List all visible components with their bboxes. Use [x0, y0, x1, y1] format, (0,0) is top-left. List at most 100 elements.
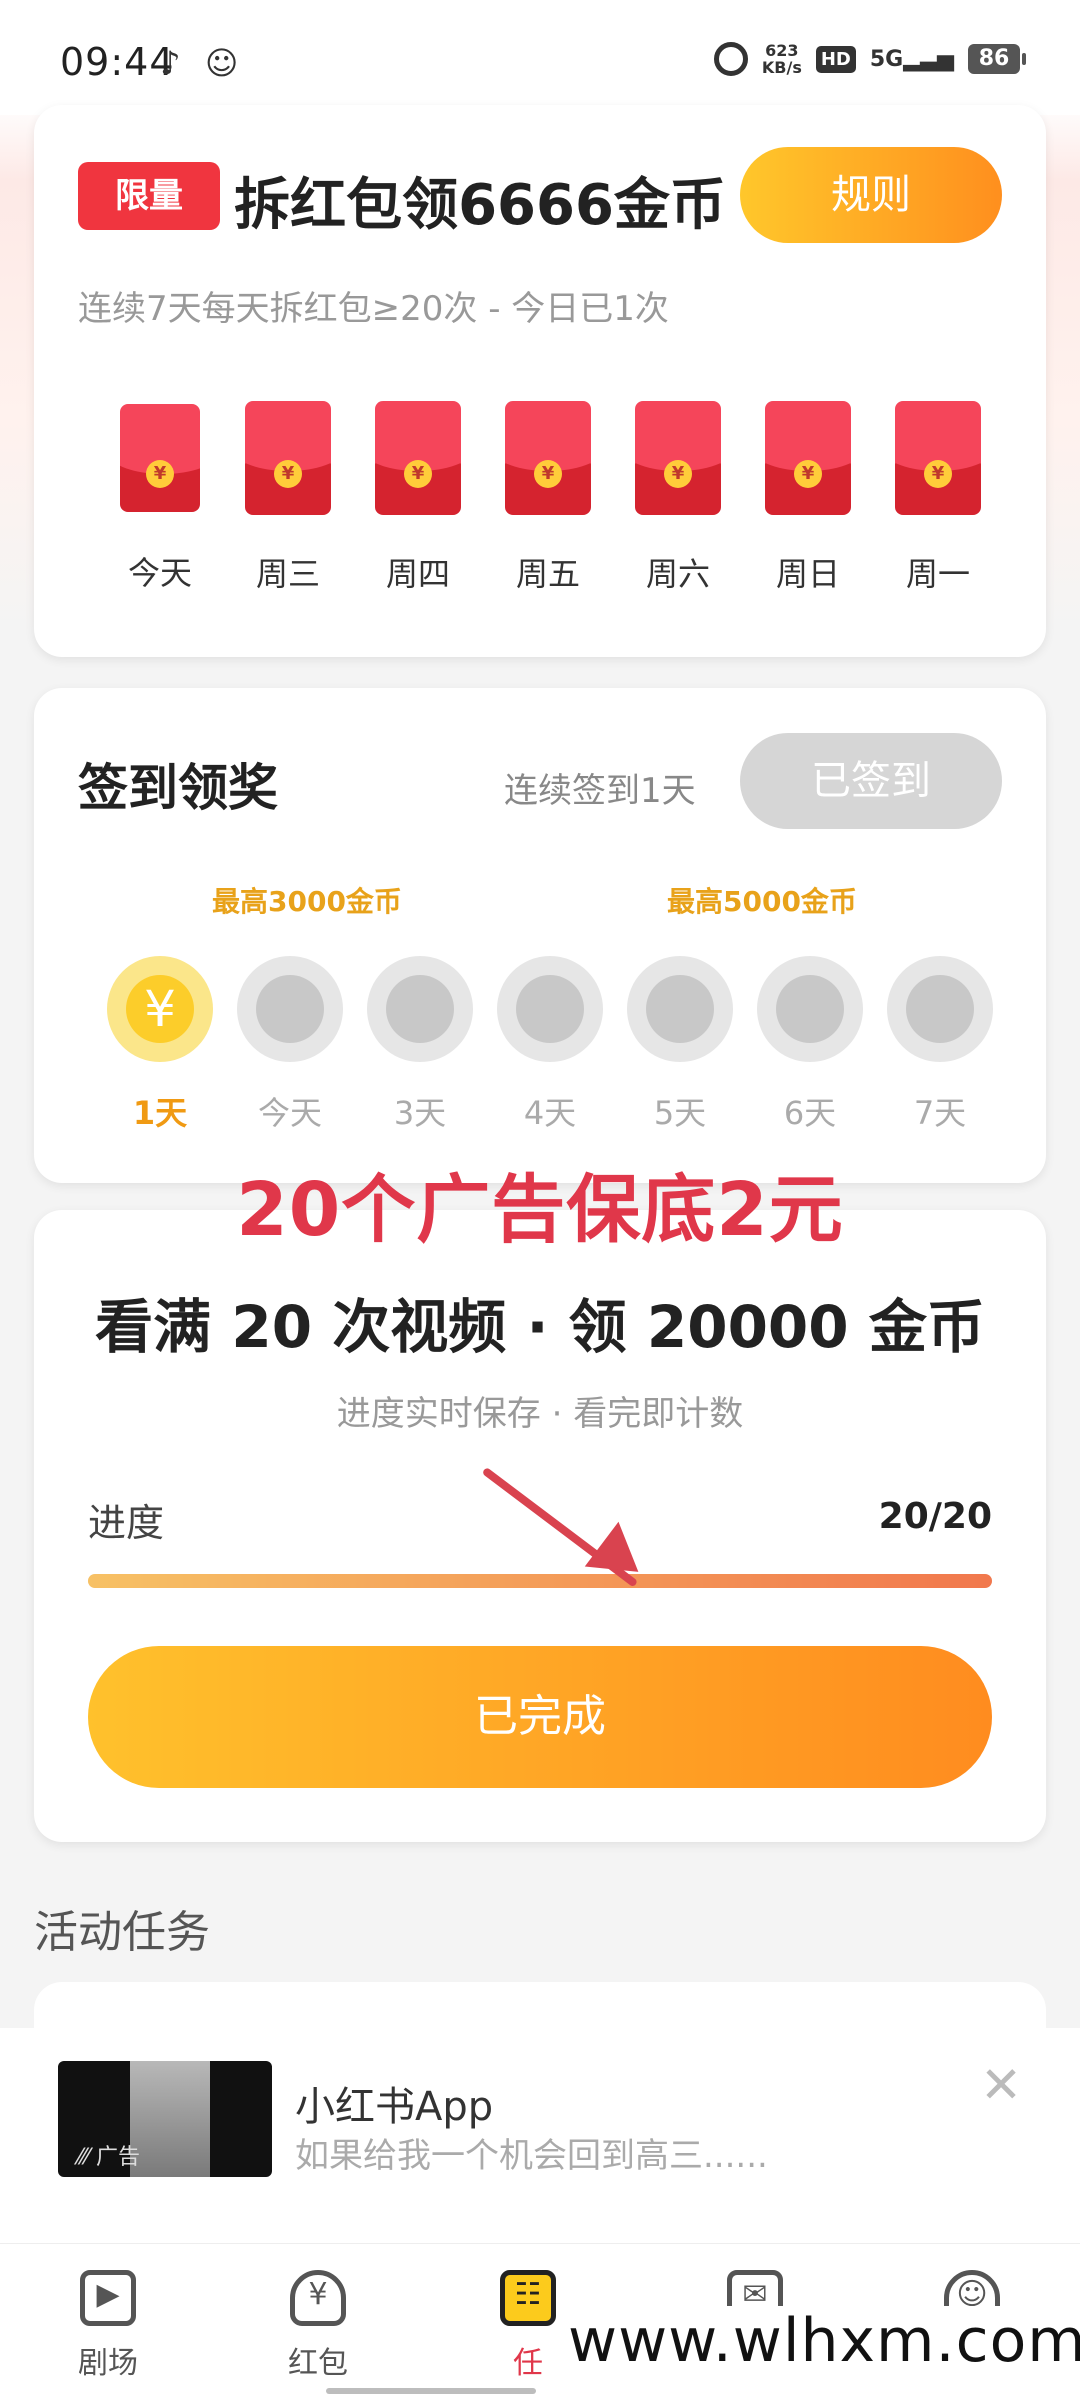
red-packet-day-label: 周三	[255, 555, 320, 593]
checkin-day[interactable]: 今天	[224, 956, 356, 1134]
checkin-day-label: 4天	[523, 1094, 577, 1132]
ad-tag-label: 广告	[96, 2145, 141, 2170]
max-reward-label: 最高3000金币	[212, 885, 402, 918]
completed-button[interactable]: 已完成	[88, 1646, 992, 1788]
battery-icon: 86	[968, 44, 1026, 74]
red-packet-day[interactable]: ¥ 周四	[352, 401, 484, 595]
task-list-icon: ☷	[500, 2270, 556, 2326]
coin-icon: ¥	[107, 956, 213, 1062]
dewu-icon: ☺	[205, 44, 239, 82]
red-packet-day[interactable]: ¥ 今天	[94, 401, 226, 594]
network-speed-unit: KB/s	[761, 58, 802, 77]
status-time: 09:44	[60, 40, 175, 84]
ad-tag: ⁄⁄⁄ 广告	[78, 2145, 141, 2170]
coin-placeholder-icon	[367, 956, 473, 1062]
play-icon: ▶	[80, 2270, 136, 2326]
yuan-glyph: ¥	[308, 2277, 328, 2312]
red-packet-title: 拆红包领6666金币	[234, 173, 726, 238]
overlay-caption: 20个广告保底2元	[236, 1167, 844, 1253]
nav-label: 剧场	[78, 2346, 138, 2381]
ad-thumbnail-image	[130, 2061, 210, 2177]
coin-placeholder-icon	[497, 956, 603, 1062]
progress-bar	[88, 1574, 992, 1588]
checkin-day[interactable]: ¥ 1天	[94, 956, 226, 1134]
yuan-glyph: ¥	[144, 980, 176, 1038]
checkin-day-label: 3天	[393, 1094, 447, 1132]
coin-placeholder-icon	[627, 956, 733, 1062]
ad-banner[interactable]: ⁄⁄⁄ 广告 小红书App 如果给我一个机会回到高三...... ✕	[0, 2028, 1080, 2243]
checkin-day[interactable]: 6天	[744, 956, 876, 1134]
coin-icon: ¥	[664, 460, 692, 488]
nav-item-red-packet[interactable]: ¥ 红包	[253, 2270, 383, 2382]
checkin-streak: 连续签到1天	[504, 771, 696, 811]
coin-icon: ¥	[924, 460, 952, 488]
home-indicator[interactable]	[326, 2388, 536, 2394]
checkin-day[interactable]: 5天	[614, 956, 746, 1134]
checkin-day-label: 1天	[132, 1094, 188, 1132]
red-packet-day-label: 周五	[515, 555, 580, 593]
rules-button[interactable]: 规则	[740, 147, 1002, 243]
red-packet-day-label: 周日	[775, 555, 840, 593]
red-packet-day-label: 周一	[905, 555, 970, 593]
red-envelope-icon: ¥	[765, 401, 851, 515]
checkin-day-label: 今天	[257, 1094, 322, 1132]
alarm-icon	[713, 42, 748, 76]
checkin-day[interactable]: 3天	[354, 956, 486, 1134]
checkin-title: 签到领奖	[78, 759, 278, 817]
red-packet-day-label: 今天	[127, 554, 192, 592]
red-packet-day-label: 周六	[645, 555, 710, 593]
red-envelope-icon: ¥	[635, 401, 721, 515]
red-packet-day[interactable]: ¥ 周三	[222, 401, 354, 595]
checkin-day[interactable]: 4天	[484, 956, 616, 1134]
nav-item-theater[interactable]: ▶ 剧场	[43, 2270, 173, 2382]
red-envelope-icon: ¥	[120, 404, 200, 512]
ad-description[interactable]: 如果给我一个机会回到高三......	[295, 2128, 768, 2177]
coin-icon: ¥	[146, 460, 174, 488]
progress-count: 20/20	[878, 1496, 992, 1537]
red-packet-day[interactable]: ¥ 周一	[872, 401, 1004, 595]
hd-icon: HD	[815, 45, 856, 73]
watermark-url: www.wlhxm.com	[556, 2306, 1080, 2376]
status-indicators: 623 KB/s HD 5G▂▃▅ 86	[713, 42, 1026, 76]
red-envelope-icon: ¥	[505, 401, 591, 515]
coin-placeholder-icon	[887, 956, 993, 1062]
red-envelope-icon: ¥	[375, 401, 461, 515]
red-packet-day-label: 周四	[385, 555, 450, 593]
signal-label: 5G	[869, 46, 904, 72]
red-packet-card: 限量 拆红包领6666金币 规则 连续7天每天拆红包≥20次 - 今日已1次 ¥…	[34, 105, 1046, 657]
coin-icon: ¥	[794, 460, 822, 488]
coin-placeholder-icon	[757, 956, 863, 1062]
task-glyph: ☷	[514, 2277, 542, 2312]
video-task-title: 看满 20 次视频 · 领 20000 金币	[95, 1293, 985, 1361]
red-packet-day[interactable]: ¥ 周五	[482, 401, 614, 595]
tiktok-icon: ♪	[160, 44, 181, 82]
coin-icon: ¥	[274, 460, 302, 488]
red-packet-day[interactable]: ¥ 周六	[612, 401, 744, 595]
progress-bar-fill	[88, 1574, 992, 1588]
ad-title[interactable]: 小红书App	[295, 2074, 493, 2132]
coin-icon: ¥	[534, 460, 562, 488]
close-icon[interactable]: ✕	[980, 2060, 1022, 2110]
limited-badge: 限量	[78, 162, 220, 230]
nav-label: 红包	[288, 2346, 348, 2381]
network-speed: 623 KB/s	[762, 42, 802, 76]
signed-button[interactable]: 已签到	[740, 733, 1002, 829]
red-packet-day[interactable]: ¥ 周日	[742, 401, 874, 595]
coin-icon: ¥	[404, 460, 432, 488]
red-packet-subtitle: 连续7天每天拆红包≥20次 - 今日已1次	[78, 289, 669, 329]
checkin-day-label: 6天	[783, 1094, 837, 1132]
checkin-day[interactable]: 7天	[874, 956, 1006, 1134]
checkin-card: 签到领奖 连续签到1天 已签到 最高3000金币 最高5000金币 ¥ 1天 今…	[34, 688, 1046, 1183]
status-bar: 09:44 ♪ ☺ 623 KB/s HD 5G▂▃▅ 86	[0, 0, 1080, 115]
red-packet-icon: ¥	[290, 2270, 346, 2326]
coin-placeholder-icon	[237, 956, 343, 1062]
signal-icon: 5G▂▃▅	[869, 46, 954, 72]
checkin-day-label: 5天	[653, 1094, 707, 1132]
red-envelope-icon: ¥	[895, 401, 981, 515]
video-task-card: 看满 20 次视频 · 领 20000 金币 进度实时保存 · 看完即计数 进度…	[34, 1210, 1046, 1842]
progress-label: 进度	[88, 1501, 165, 1545]
video-task-subtitle: 进度实时保存 · 看完即计数	[336, 1394, 744, 1434]
red-envelope-icon: ¥	[245, 401, 331, 515]
max-reward-label: 最高5000金币	[667, 885, 857, 918]
ad-thumbnail[interactable]: ⁄⁄⁄ 广告	[58, 2061, 272, 2177]
